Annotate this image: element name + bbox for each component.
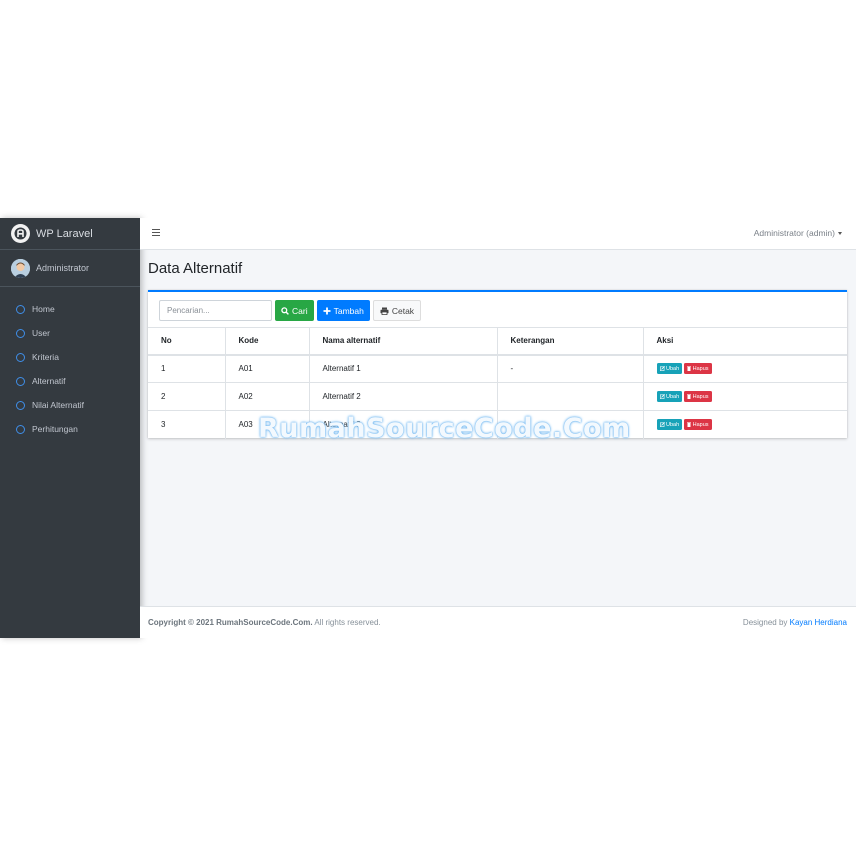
- delete-button[interactable]: Hapus: [684, 363, 712, 375]
- edit-button[interactable]: Ubah: [656, 391, 683, 402]
- edit-icon: [659, 422, 665, 428]
- copyright: Copyright © 2021 RumahSourceCode.Com. Al…: [148, 618, 381, 627]
- sidebar-item-label: Kriteria: [32, 352, 59, 362]
- search-input[interactable]: [159, 300, 272, 321]
- sidebar-item-nilai-alternatif[interactable]: Nilai Alternatif: [0, 393, 140, 417]
- edit-button-label: Ubah: [666, 365, 680, 372]
- sidebar: WP Laravel Administrator Home User Krite…: [0, 218, 140, 638]
- author-link[interactable]: Kayan Herdiana: [790, 618, 847, 627]
- sidebar-item-kriteria[interactable]: Kriteria: [0, 345, 140, 369]
- circle-icon: [16, 424, 25, 434]
- cell-kode: A02: [224, 382, 309, 411]
- user-panel[interactable]: Administrator: [0, 250, 140, 287]
- footer: Copyright © 2021 RumahSourceCode.Com. Al…: [140, 606, 856, 638]
- trash-icon: [687, 422, 692, 428]
- trash-icon: [687, 366, 692, 372]
- column-header-kode: Kode: [224, 327, 309, 356]
- laravel-logo-icon: [11, 224, 30, 243]
- search-icon: [281, 306, 289, 315]
- sidebar-item-label: Home: [32, 304, 55, 314]
- sidebar-item-alternatif[interactable]: Alternatif: [0, 369, 140, 393]
- sidebar-item-label: Alternatif: [32, 376, 66, 386]
- sidebar-item-label: Nilai Alternatif: [32, 400, 84, 410]
- sidebar-item-user[interactable]: User: [0, 321, 140, 345]
- cell-no: 1: [148, 354, 225, 383]
- user-dropdown[interactable]: Administrator (admin): [754, 228, 842, 238]
- page-title: Data Alternatif: [148, 260, 243, 277]
- brand-text: WP Laravel: [36, 227, 93, 240]
- printer-icon: [380, 307, 389, 315]
- delete-button[interactable]: Hapus: [684, 419, 712, 431]
- table-header-row: No Kode Nama alternatif Keterangan Aksi: [148, 327, 847, 356]
- add-button-label: Tambah: [333, 305, 364, 316]
- plus-icon: [323, 307, 331, 314]
- edit-icon: [659, 366, 665, 372]
- watermark: RumahSourceCode.Com: [258, 413, 631, 444]
- trash-icon: [687, 394, 692, 399]
- edit-button-label: Ubah: [666, 421, 680, 428]
- sidebar-item-label: Perhitungan: [32, 424, 78, 434]
- toolbar: Cari Tambah Cetak: [159, 300, 422, 321]
- add-button[interactable]: Tambah: [316, 300, 370, 321]
- delete-button[interactable]: Hapus: [684, 391, 712, 402]
- cell-nama: Alternatif 1: [308, 354, 497, 383]
- caret-down-icon: [838, 232, 842, 236]
- circle-icon: [16, 328, 25, 338]
- column-header-nama: Nama alternatif: [308, 327, 497, 356]
- cell-nama: Alternatif 2: [308, 382, 497, 411]
- sidebar-item-label: User: [32, 328, 50, 338]
- edit-button-label: Ubah: [666, 393, 680, 400]
- avatar: [11, 258, 30, 278]
- cell-kode: A01: [224, 354, 309, 383]
- delete-button-label: Hapus: [692, 421, 709, 428]
- copyright-prefix: Copyright © 2021 RumahSourceCode.Com.: [148, 618, 313, 627]
- delete-button-label: Hapus: [692, 393, 709, 400]
- cell-aksi: Ubah Hapus: [642, 410, 847, 439]
- table-row: 1 A01 Alternatif 1 - Ubah Hapus: [148, 354, 847, 383]
- top-navbar: Administrator (admin): [140, 218, 856, 250]
- cell-no: 3: [148, 410, 225, 439]
- delete-button-label: Hapus: [692, 365, 709, 372]
- sidebar-item-home[interactable]: Home: [0, 297, 140, 321]
- cell-keterangan: -: [496, 354, 643, 383]
- table-row: 2 A02 Alternatif 2 Ubah Hapus: [148, 382, 847, 411]
- copyright-suffix: All rights reserved.: [312, 618, 381, 627]
- column-header-keterangan: Keterangan: [496, 327, 643, 356]
- circle-icon: [16, 376, 25, 386]
- print-button-label: Cetak: [391, 305, 415, 316]
- circle-icon: [16, 400, 25, 410]
- cell-aksi: Ubah Hapus: [642, 354, 847, 383]
- cell-keterangan: [496, 382, 643, 411]
- cell-no: 2: [148, 382, 225, 411]
- designed-by-label: Designed by: [742, 618, 790, 627]
- circle-icon: [16, 304, 25, 314]
- edit-icon: [659, 394, 665, 399]
- column-header-no: No: [148, 327, 225, 356]
- column-header-aksi: Aksi: [642, 327, 847, 356]
- search-button-label: Cari: [292, 305, 308, 316]
- menu-toggle-icon[interactable]: [152, 229, 160, 237]
- edit-button[interactable]: Ubah: [656, 363, 683, 375]
- print-button[interactable]: Cetak: [372, 300, 422, 321]
- cell-aksi: Ubah Hapus: [642, 382, 847, 411]
- sidebar-item-perhitungan[interactable]: Perhitungan: [0, 417, 140, 441]
- circle-icon: [16, 352, 25, 362]
- app-shell: WP Laravel Administrator Home User Krite…: [0, 218, 856, 638]
- designed-by: Designed by Kayan Herdiana: [743, 618, 847, 627]
- user-dropdown-label: Administrator (admin): [753, 228, 835, 238]
- edit-button[interactable]: Ubah: [656, 419, 683, 431]
- user-name: Administrator: [36, 263, 90, 273]
- brand-link[interactable]: WP Laravel: [0, 218, 140, 250]
- search-button[interactable]: Cari: [275, 300, 314, 321]
- sidebar-nav: Home User Kriteria Alternatif Nilai Alte…: [0, 287, 140, 441]
